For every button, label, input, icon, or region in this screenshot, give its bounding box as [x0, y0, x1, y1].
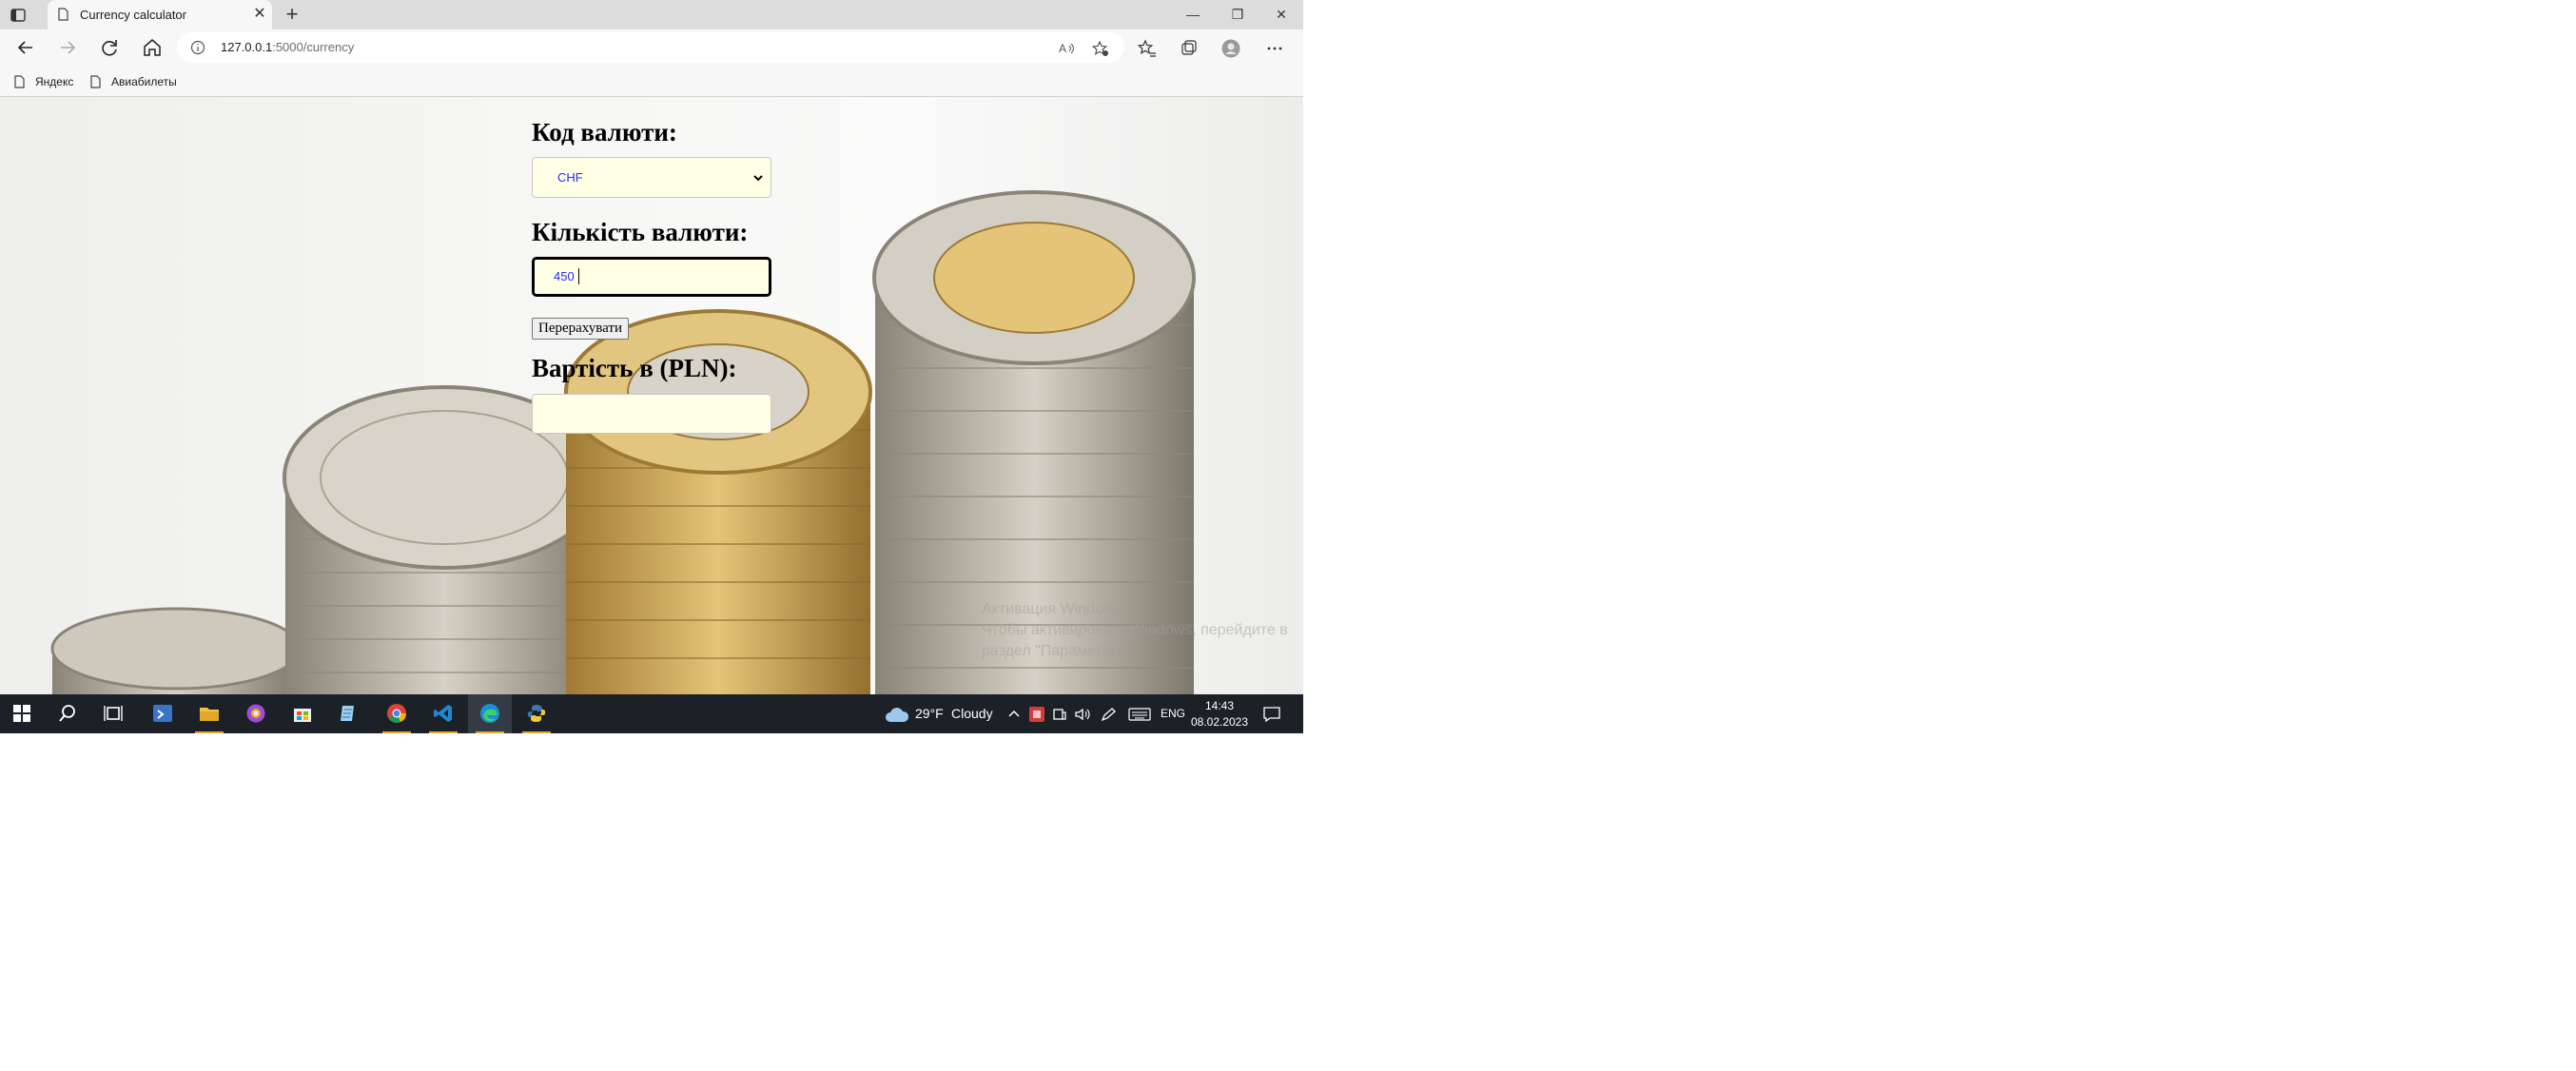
weather-condition[interactable]: Cloudy: [951, 706, 993, 721]
browser-tab[interactable]: Currency calculator ✕: [48, 0, 272, 29]
clock[interactable]: 14:43 08.02.2023: [1187, 698, 1252, 730]
tab-title: Currency calculator: [80, 8, 186, 22]
cloudy-weather-icon: [886, 708, 909, 722]
page-icon: [90, 75, 101, 88]
app-icon: [153, 705, 172, 722]
python-icon: [527, 705, 546, 722]
profile-icon[interactable]: [1221, 39, 1240, 58]
chrome-icon: [387, 704, 406, 723]
browser-toolbar: 127.0.0.1:5000/currency A: [0, 29, 1303, 66]
info-icon[interactable]: [190, 40, 205, 55]
refresh-icon[interactable]: [97, 35, 122, 60]
start-button[interactable]: [0, 694, 44, 733]
add-favorite-icon[interactable]: [1092, 40, 1109, 57]
chevron-down-icon: [753, 175, 763, 182]
notepad-button[interactable]: [327, 694, 371, 733]
url-text[interactable]: 127.0.0.1:5000/currency: [221, 40, 354, 54]
chevron-up-icon[interactable]: [1007, 708, 1021, 719]
windows-activation-watermark: Активация Windows Чтобы активировать Win…: [982, 599, 1303, 662]
watermark-line-2: Чтобы активировать Windows, перейдите в …: [982, 622, 1288, 659]
forward-icon[interactable]: [55, 35, 80, 60]
more-icon[interactable]: [1265, 39, 1284, 58]
bookmark-label: Яндекс: [35, 75, 74, 88]
page-content: Код валюти: CHF Кількість валюти: 450 Пе…: [0, 97, 1303, 694]
volume-icon[interactable]: [1074, 707, 1091, 722]
active-indicator: [195, 731, 224, 733]
favorites-icon[interactable]: [1138, 39, 1157, 58]
vscode-icon: [434, 705, 452, 722]
task-view-icon: [104, 706, 123, 721]
file-explorer-button[interactable]: [187, 694, 231, 733]
tab-bar: Currency calculator ✕ + — ❐ ✕: [0, 0, 1303, 29]
notepad-icon: [341, 706, 354, 721]
tray-app-icon[interactable]: [1029, 707, 1044, 722]
url-host: 127.0.0.1: [221, 40, 273, 54]
url-path: :5000/currency: [272, 40, 355, 54]
collections-icon[interactable]: [1180, 39, 1199, 58]
currency-code-label: Код валюти:: [532, 118, 677, 146]
active-indicator: [429, 731, 458, 733]
minimize-icon[interactable]: —: [1171, 0, 1215, 29]
folder-icon: [200, 708, 219, 721]
back-icon[interactable]: [13, 35, 38, 60]
search-icon: [59, 705, 75, 722]
vscode-button[interactable]: [421, 694, 465, 733]
home-icon[interactable]: [140, 35, 165, 60]
amount-input[interactable]: 450: [532, 257, 771, 297]
page-icon: [58, 8, 68, 21]
edge-button[interactable]: [468, 694, 512, 733]
close-icon[interactable]: ✕: [1259, 0, 1303, 29]
clock-date: 08.02.2023: [1190, 715, 1249, 729]
search-button[interactable]: [46, 694, 89, 733]
taskbar-app-3[interactable]: [234, 694, 278, 733]
taskbar-app-1[interactable]: [141, 694, 185, 733]
new-tab-button[interactable]: +: [282, 4, 302, 25]
currency-select-value: CHF: [557, 170, 583, 185]
amount-label: Кількість валюти:: [532, 218, 749, 246]
svg-text:A: A: [1059, 42, 1066, 55]
read-aloud-icon[interactable]: A: [1058, 40, 1075, 57]
tab-close-icon[interactable]: ✕: [251, 6, 268, 23]
page-icon: [14, 75, 25, 88]
network-icon[interactable]: [1052, 707, 1067, 722]
screen: Currency calculator ✕ + — ❐ ✕ 127.0.0.1:…: [0, 0, 1303, 733]
pen-icon[interactable]: [1100, 707, 1117, 722]
result-field[interactable]: [532, 394, 771, 434]
keyboard-icon[interactable]: [1128, 707, 1151, 722]
windows-icon: [13, 705, 30, 722]
currency-select[interactable]: CHF: [532, 157, 771, 198]
active-indicator: [382, 731, 411, 733]
address-bar[interactable]: 127.0.0.1:5000/currency A: [177, 32, 1124, 63]
text-caret: [578, 268, 579, 284]
weather-temperature[interactable]: 29°F: [915, 706, 944, 721]
clock-time: 14:43: [1204, 699, 1235, 712]
watermark-line-1: Активация Windows: [982, 601, 1122, 617]
recalculate-button[interactable]: Перерахувати: [532, 318, 629, 340]
python-button[interactable]: [515, 694, 558, 733]
active-indicator: [522, 731, 551, 733]
input-language[interactable]: ENG: [1161, 707, 1185, 720]
store-icon: [294, 709, 311, 722]
edge-icon: [480, 704, 499, 723]
store-button[interactable]: [281, 694, 324, 733]
active-indicator: [476, 731, 504, 733]
result-label: Вартість в (PLN):: [532, 354, 737, 382]
amount-input-value: 450: [554, 269, 575, 283]
notifications-icon[interactable]: [1262, 705, 1281, 724]
taskbar: 29°F Cloudy ENG 14:43 08.02.2023: [0, 694, 1303, 733]
bookmark-label: Авиабилеты: [111, 75, 177, 88]
browser-app-icon: [246, 704, 265, 723]
task-view-button[interactable]: [91, 694, 135, 733]
tab-actions-icon[interactable]: [10, 7, 27, 24]
chrome-button[interactable]: [375, 694, 419, 733]
restore-icon[interactable]: ❐: [1216, 0, 1259, 29]
bookmarks-bar: Яндекс Авиабилеты: [0, 66, 1303, 97]
